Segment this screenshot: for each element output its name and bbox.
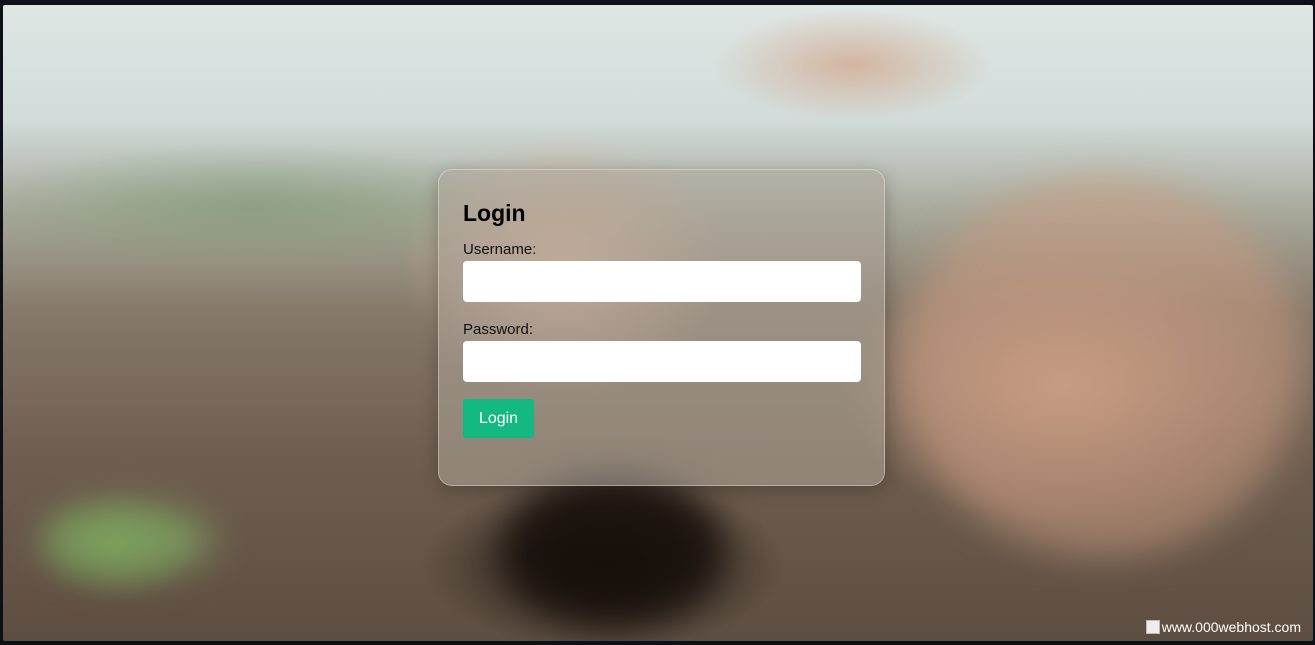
username-label: Username: bbox=[463, 241, 537, 258]
password-field[interactable] bbox=[463, 341, 861, 382]
webhost-link-text: www.000webhost.com bbox=[1161, 619, 1301, 635]
seedling-sprout bbox=[43, 505, 213, 575]
login-title: Login bbox=[463, 200, 526, 226]
background-photo: Login Username: Password: Login www.000w… bbox=[3, 5, 1313, 641]
login-button[interactable]: Login bbox=[463, 399, 534, 438]
right-hand bbox=[903, 175, 1303, 555]
login-card: Login Username: Password: Login bbox=[438, 169, 885, 486]
webhost-link[interactable]: www.000webhost.com bbox=[1145, 619, 1301, 635]
broken-image-icon bbox=[1145, 620, 1160, 634]
password-label: Password: bbox=[463, 321, 534, 338]
username-field[interactable] bbox=[463, 261, 861, 302]
soil-clump bbox=[503, 475, 723, 625]
